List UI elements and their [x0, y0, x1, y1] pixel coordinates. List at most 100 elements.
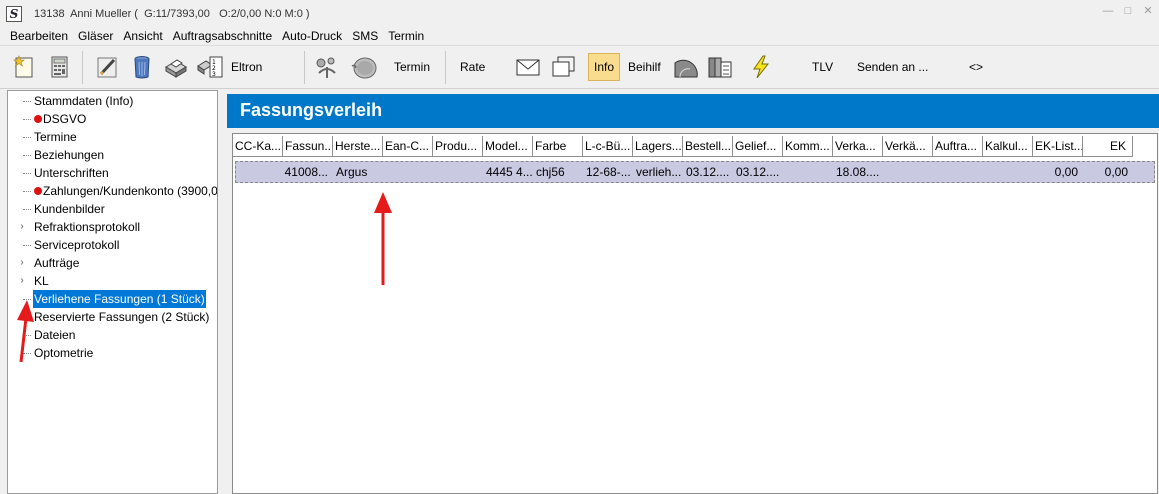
table-cell	[384, 162, 434, 182]
toolbar: 123 Eltron Termin Rate Info Beihilf TLV …	[0, 47, 1159, 89]
alert-dot-icon	[34, 187, 42, 195]
delete-button[interactable]	[128, 52, 156, 82]
column-header[interactable]: EK-List...	[1033, 136, 1083, 157]
column-header[interactable]: Verka...	[833, 136, 883, 157]
trash-can-icon	[134, 56, 150, 79]
calculator-button[interactable]	[46, 52, 74, 82]
tlv-button[interactable]: TLV	[812, 52, 833, 82]
lens-button[interactable]	[350, 52, 378, 82]
tree-item-text: Termine	[34, 130, 77, 144]
menu-bearbeiten[interactable]: Bearbeiten	[0, 27, 73, 46]
toolbar-separator	[445, 51, 446, 84]
tree-connector	[23, 173, 31, 174]
tree-connector	[23, 155, 31, 156]
column-header[interactable]: CC-Ka...	[233, 136, 283, 157]
column-header[interactable]: L-c-Bü...	[583, 136, 633, 157]
column-header[interactable]: Gelief...	[733, 136, 783, 157]
menu-ansicht[interactable]: Ansicht	[118, 27, 167, 46]
print-list-button[interactable]: 123	[196, 52, 224, 82]
close-button[interactable]: ✕	[1141, 4, 1155, 18]
info-button[interactable]: Info	[588, 53, 621, 81]
maximize-button[interactable]: □	[1121, 4, 1135, 18]
column-header[interactable]: Produ...	[433, 136, 483, 157]
frames-grid: CC-Ka... Fassun... Herste... Ean-C... Produ.…	[232, 133, 1158, 494]
tree-item-text: Aufträge	[34, 256, 80, 270]
tree-item-label: KL	[33, 272, 50, 290]
expand-chevron-icon[interactable]: ›	[17, 218, 27, 236]
rate-button[interactable]: Rate	[460, 52, 485, 82]
column-header[interactable]: Bestell...	[683, 136, 733, 157]
tree-item-label: Beziehungen	[33, 146, 105, 164]
svg-text:3: 3	[212, 71, 216, 78]
table-cell: 41008...	[284, 165, 328, 179]
table-cell	[234, 162, 284, 182]
app-icon: S	[6, 5, 22, 22]
table-cell: 12-68-...	[586, 165, 631, 179]
menu-sms[interactable]: SMS	[347, 27, 383, 46]
tree-item-label: Aufträge	[33, 254, 80, 272]
print-button[interactable]	[162, 52, 190, 82]
tree-item-text: Verliehene Fassungen (1 Stück)	[34, 292, 205, 306]
mail-button[interactable]	[514, 52, 542, 82]
column-header[interactable]: Fassun...	[283, 136, 333, 157]
table-cell: chj56	[536, 165, 565, 179]
books-button[interactable]	[706, 52, 734, 82]
beihilf-button[interactable]: Beihilf	[628, 52, 661, 82]
tree-item-text: Optometrie	[34, 346, 94, 360]
menu-bar: Bearbeiten Gläser Ansicht Auftragsabschn…	[0, 27, 1159, 46]
column-header[interactable]: Lagers...	[633, 136, 683, 157]
tree-item-label: Kundenbilder	[33, 200, 106, 218]
column-header[interactable]: Verkä...	[883, 136, 933, 157]
tree-connector	[23, 101, 31, 102]
table-row[interactable]: 41008... Argus 4445 4... chj56 12-68-... verl…	[235, 161, 1155, 183]
measure-button[interactable]	[313, 52, 341, 82]
window-button[interactable]	[550, 52, 578, 82]
tree-item-label: Verliehene Fassungen (1 Stück)	[32, 289, 207, 309]
tree-item-text: KL	[34, 274, 49, 288]
new-document-button[interactable]	[10, 52, 38, 82]
tree-item-label: DSGVO	[33, 110, 87, 128]
table-cell	[984, 162, 1034, 182]
termin-button[interactable]: Termin	[394, 52, 430, 82]
envelope-icon	[516, 59, 540, 76]
tree-item-label: Unterschriften	[33, 164, 110, 182]
tree-item-label: Termine	[33, 128, 78, 146]
navigate-arrows-button[interactable]: <>	[969, 52, 983, 82]
column-header[interactable]: EK	[1083, 136, 1133, 157]
expand-chevron-icon[interactable]: ›	[17, 254, 27, 272]
tree-item-label: Dateien	[33, 326, 76, 344]
pencil-icon	[97, 57, 117, 78]
protractor-button[interactable]	[672, 52, 700, 82]
eltron-button[interactable]: Eltron	[231, 52, 262, 82]
table-cell	[784, 162, 834, 182]
windows-icon	[552, 56, 575, 77]
column-header[interactable]: Herste...	[333, 136, 383, 157]
new-document-icon	[13, 55, 33, 78]
column-header[interactable]: Auftra...	[933, 136, 983, 157]
tree-item-label: Refraktionsprotokoll	[33, 218, 141, 236]
menu-auftragsabschnitte[interactable]: Auftragsabschnitte	[168, 27, 277, 46]
column-header[interactable]: Model...	[483, 136, 533, 157]
tree-connector	[23, 191, 31, 192]
flash-button[interactable]	[747, 52, 775, 82]
minimize-button[interactable]: —	[1101, 4, 1115, 18]
edit-button[interactable]	[93, 52, 121, 82]
column-header[interactable]: Komm...	[783, 136, 833, 157]
column-header[interactable]: Farbe	[533, 136, 583, 157]
menu-auto-druck[interactable]: Auto-Druck	[277, 27, 347, 46]
column-header[interactable]: Kalkul...	[983, 136, 1033, 157]
tree-connector	[23, 335, 31, 336]
tree-item-text: Reservierte Fassungen (2 Stück)	[34, 310, 210, 324]
column-header[interactable]: Ean-C...	[383, 136, 433, 157]
menu-glaeser[interactable]: Gläser	[73, 27, 118, 46]
navigation-tree: Stammdaten (Info) DSGVO Termine Beziehungen…	[7, 90, 218, 494]
lightning-icon	[753, 55, 770, 79]
window-title: 13138 Anni Mueller ( G:11/7393,00 O:2/0,…	[34, 7, 310, 20]
lens-icon	[351, 57, 377, 79]
tree-item-text: Dateien	[34, 328, 76, 342]
senden-an-button[interactable]: Senden an ...	[857, 52, 928, 82]
expand-chevron-icon[interactable]: ›	[17, 272, 27, 290]
toolbar-separator	[304, 51, 305, 84]
eye-measure-icon	[316, 57, 336, 78]
menu-termin[interactable]: Termin	[383, 27, 429, 46]
